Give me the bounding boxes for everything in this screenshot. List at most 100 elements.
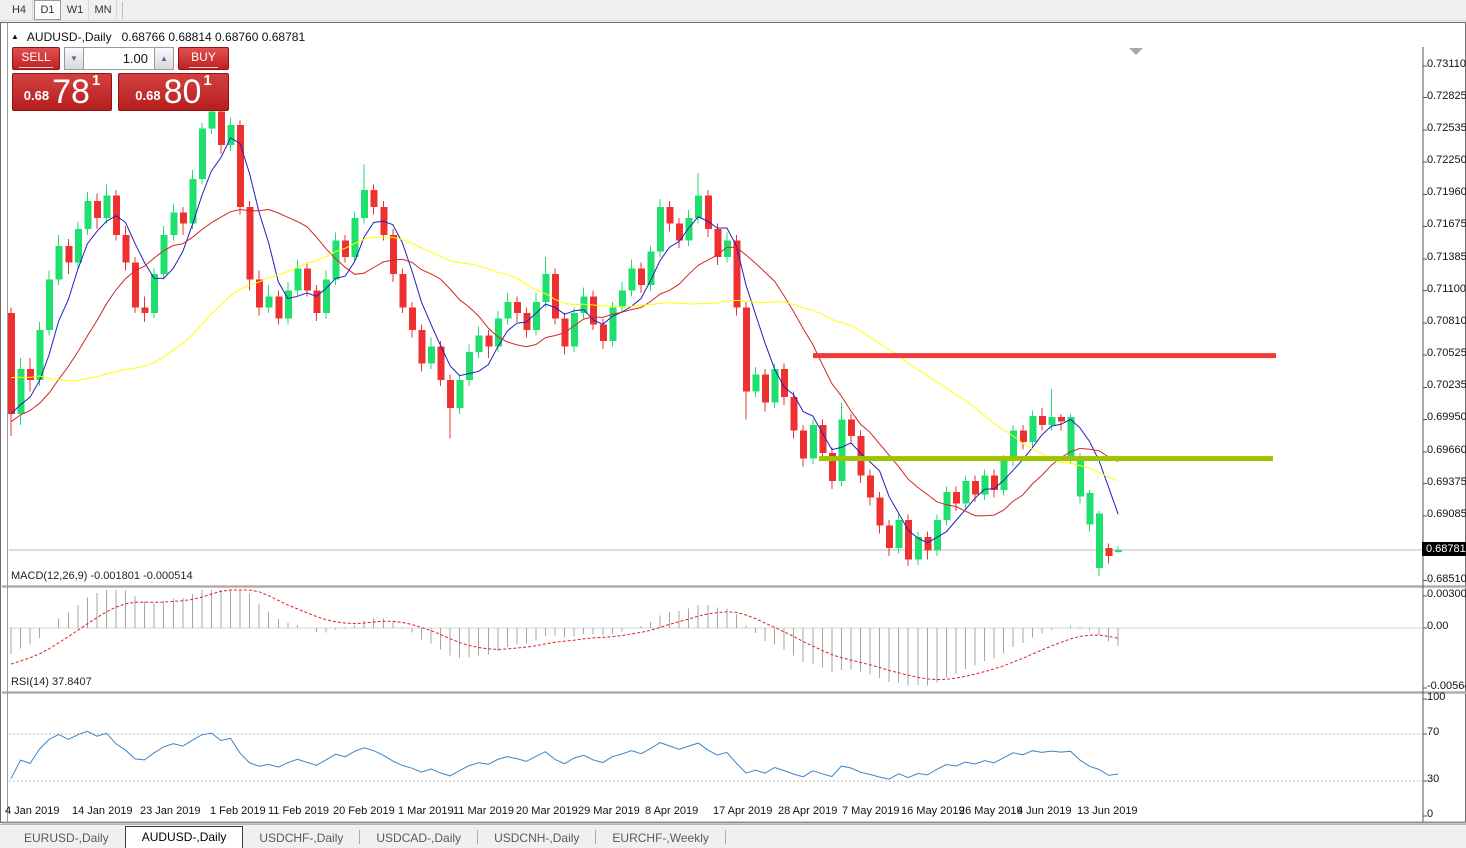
- price-tick-label: 0.72250: [1427, 154, 1466, 166]
- candle-body: [399, 274, 406, 308]
- sell-button[interactable]: SELL: [12, 47, 60, 70]
- candle-body: [1020, 431, 1027, 442]
- candle-body: [218, 112, 225, 146]
- price-tick-label: 0.71100: [1427, 283, 1466, 295]
- rsi-tick-label: 70: [1427, 726, 1439, 738]
- date-tick-label: 14 Jan 2019: [72, 805, 133, 817]
- tab-eurchf-weekly[interactable]: EURCHF-,Weekly: [596, 828, 724, 848]
- current-price-label: 0.68781: [1422, 542, 1466, 556]
- collapse-panel-icon[interactable]: ▲: [11, 32, 19, 41]
- price-tick-label: 0.71385: [1427, 251, 1466, 263]
- price-tick-label: 0.73110: [1427, 58, 1466, 70]
- sell-price-box[interactable]: 0.68 78 1: [12, 73, 112, 111]
- price-tick-label: 0.70235: [1427, 379, 1466, 391]
- price-tick-label: 0.68510: [1427, 573, 1466, 585]
- candle-body: [84, 201, 91, 229]
- date-tick-label: 23 Jan 2019: [140, 805, 201, 817]
- candle-body: [361, 190, 368, 218]
- chart-title: ▲AUDUSD-,Daily0.68766 0.68814 0.68760 0.…: [11, 30, 305, 44]
- candle-body: [199, 128, 206, 178]
- candle-body: [848, 419, 855, 436]
- candle-body: [838, 419, 845, 481]
- ma-line-slow-ma: [11, 237, 1118, 481]
- candle-body: [896, 520, 903, 548]
- macd-tick-label: 0.003003: [1427, 588, 1466, 600]
- timeframe-button-mn[interactable]: MN: [90, 0, 117, 20]
- candle-body: [810, 425, 817, 459]
- timeframe-button-h4[interactable]: H4: [6, 0, 33, 20]
- date-tick-label: 7 May 2019: [842, 805, 899, 817]
- rsi-line: [11, 731, 1118, 779]
- support-line[interactable]: [819, 456, 1273, 461]
- candle-body: [466, 352, 473, 380]
- sell-price-sup: 1: [92, 72, 100, 89]
- rsi-tick-label: 100: [1427, 691, 1445, 703]
- price-tick-label: 0.72825: [1427, 90, 1466, 102]
- candle-body: [552, 274, 559, 319]
- candle-body: [543, 274, 550, 302]
- candle-body: [1067, 417, 1074, 458]
- ohlc-values: 0.68766 0.68814 0.68760 0.68781: [122, 30, 306, 44]
- candle-body: [877, 498, 884, 526]
- candle-body: [75, 229, 82, 263]
- candle-body: [943, 492, 950, 520]
- candle-body: [514, 302, 521, 313]
- date-tick-label: 29 Mar 2019: [578, 805, 640, 817]
- candle-body: [791, 397, 798, 431]
- buy-button-label: BUY: [189, 48, 218, 68]
- candle-body: [963, 481, 970, 503]
- candle-body: [1077, 459, 1084, 497]
- candle-body: [485, 335, 492, 346]
- candle-body: [247, 207, 254, 280]
- timeframe-button-d1[interactable]: D1: [34, 0, 61, 20]
- tab-audusd-daily[interactable]: AUDUSD-,Daily: [125, 826, 244, 848]
- candle-body: [753, 375, 760, 392]
- buy-price-box[interactable]: 0.68 80 1: [118, 73, 229, 111]
- buy-price-sup: 1: [203, 72, 211, 89]
- candle-body: [1087, 493, 1094, 524]
- sell-button-label: SELL: [19, 48, 52, 68]
- candle-body: [657, 207, 664, 252]
- tab-usdchf-daily[interactable]: USDCHF-,Daily: [243, 828, 359, 848]
- candle-body: [428, 347, 435, 364]
- candle-body: [161, 235, 168, 274]
- rsi-tick-label: 0: [1427, 808, 1433, 820]
- date-tick-label: 26 May 2019: [959, 805, 1023, 817]
- timeframe-toolbar: H4D1W1MN: [0, 0, 1466, 21]
- volume-input[interactable]: 1.00: [84, 47, 154, 70]
- candle-body: [266, 296, 273, 307]
- chart-window[interactable]: ▲AUDUSD-,Daily0.68766 0.68814 0.68760 0.…: [0, 22, 1466, 823]
- candle-body: [142, 307, 149, 313]
- candle-body: [1058, 417, 1065, 421]
- candle-body: [1106, 548, 1113, 556]
- chart-shift-marker[interactable]: [1129, 48, 1143, 55]
- tab-usdcad-daily[interactable]: USDCAD-,Daily: [360, 828, 477, 848]
- candle-body: [123, 235, 130, 263]
- candle-body: [571, 313, 578, 347]
- candle-body: [695, 196, 702, 218]
- candle-body: [8, 313, 15, 414]
- price-tick-label: 0.70525: [1427, 347, 1466, 359]
- date-tick-label: 11 Feb 2019: [268, 805, 329, 817]
- resistance-line[interactable]: [813, 353, 1276, 358]
- chart-canvas[interactable]: [1, 23, 1466, 824]
- date-tick-label: 8 Apr 2019: [645, 805, 698, 817]
- timeframe-button-w1[interactable]: W1: [62, 0, 89, 20]
- arrow-up-icon: ▲: [160, 54, 168, 63]
- candle-body: [915, 537, 922, 559]
- tab-eurusd-daily[interactable]: EURUSD-,Daily: [8, 828, 125, 848]
- volume-decrease-button[interactable]: ▼: [64, 47, 84, 70]
- price-tick-label: 0.69085: [1427, 508, 1466, 520]
- candle-body: [800, 431, 807, 459]
- date-tick-label: 11 Mar 2019: [453, 805, 514, 817]
- candle-body: [686, 218, 693, 240]
- candle-body: [294, 268, 301, 290]
- date-tick-label: 13 Jun 2019: [1077, 805, 1138, 817]
- buy-button[interactable]: BUY: [178, 47, 229, 70]
- tab-usdcnh-daily[interactable]: USDCNH-,Daily: [478, 828, 595, 848]
- volume-increase-button[interactable]: ▲: [154, 47, 174, 70]
- candle-body: [113, 196, 120, 235]
- date-tick-label: 1 Feb 2019: [210, 805, 266, 817]
- candle-body: [94, 201, 101, 218]
- candle-body: [380, 207, 387, 235]
